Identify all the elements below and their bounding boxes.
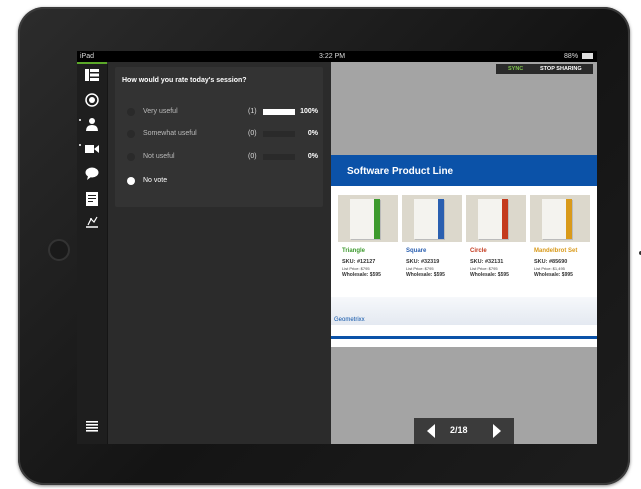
slides-icon[interactable] — [84, 69, 100, 85]
status-right: 88% — [564, 51, 593, 62]
menu-icon[interactable] — [84, 420, 100, 436]
option-label: No vote — [143, 177, 168, 184]
product-box — [414, 199, 444, 239]
product-wholesale: Wholesale: $595 — [406, 272, 445, 278]
screen: iPad 3:22 PM 88% How would you rate toda… — [77, 51, 597, 444]
previous-slide-icon[interactable] — [424, 424, 438, 438]
product-name: Square — [406, 248, 427, 254]
slide-footer — [331, 339, 597, 347]
option-label: Somewhat useful — [143, 130, 197, 137]
notes-icon[interactable] — [84, 192, 100, 208]
product-image — [338, 195, 398, 242]
slide: Software Product Line Triangle SKU: #121… — [331, 155, 597, 347]
product-image — [402, 195, 462, 242]
product-box — [350, 199, 380, 239]
poll-option-not-useful[interactable]: Not useful (0) 0% — [115, 152, 323, 164]
battery-icon — [582, 53, 593, 60]
target-icon[interactable] — [84, 93, 100, 109]
option-count: (0) — [248, 153, 257, 160]
stop-sharing-button[interactable]: STOP SHARING — [540, 64, 582, 74]
home-button[interactable] — [48, 239, 70, 261]
poll-option-very-useful[interactable]: Very useful (1) 100% — [115, 107, 323, 119]
product-list-price: List Price: $1,495 — [534, 266, 565, 271]
attendees-icon[interactable] — [84, 117, 100, 133]
poll-panel: How would you rate today's session? Very… — [115, 67, 323, 207]
box-band — [438, 199, 444, 239]
box-band — [502, 199, 508, 239]
option-percent: 0% — [307, 153, 318, 160]
sync-button[interactable]: SYNC — [508, 64, 523, 74]
next-slide-icon[interactable] — [490, 424, 504, 438]
poll-question: How would you rate today's session? — [122, 77, 247, 84]
slide-title: Software Product Line — [347, 166, 454, 177]
option-progress-bar — [263, 131, 295, 137]
poll-option-somewhat-useful[interactable]: Somewhat useful (0) 0% — [115, 129, 323, 141]
product-name: Mandelbrot Set — [534, 248, 578, 254]
product-image — [530, 195, 590, 242]
product-box — [542, 199, 572, 239]
option-progress-bar — [263, 154, 295, 160]
presentation-area: SYNC STOP SHARING Software Product Line … — [331, 62, 597, 444]
product-sku: SKU: #32131 — [470, 259, 504, 265]
product-sku: SKU: #32319 — [406, 259, 440, 265]
option-count: (1) — [248, 108, 257, 115]
product-list-price: List Price: $795 — [342, 266, 370, 271]
product-sku: SKU: #85690 — [534, 259, 568, 265]
box-band — [566, 199, 572, 239]
option-percent: 100% — [300, 108, 318, 115]
slide-pager: 2/18 — [414, 418, 514, 444]
brand-logo: Geometrixx — [334, 317, 365, 323]
product-list-price: List Price: $795 — [406, 266, 434, 271]
product-box — [478, 199, 508, 239]
product-image — [466, 195, 526, 242]
status-bar: iPad 3:22 PM 88% — [77, 51, 597, 62]
option-progress-fill — [263, 109, 295, 115]
indicator-dot — [79, 119, 81, 121]
option-count: (0) — [248, 130, 257, 137]
status-device: iPad — [80, 53, 95, 60]
product-wholesale: Wholesale: $995 — [534, 272, 573, 278]
product-wholesale: Wholesale: $595 — [470, 272, 509, 278]
radio-button-selected[interactable] — [127, 177, 135, 185]
status-time: 3:22 PM — [319, 53, 346, 60]
chat-icon[interactable] — [84, 167, 100, 183]
radio-button[interactable] — [127, 153, 135, 161]
poll-icon[interactable] — [84, 216, 100, 232]
radio-button[interactable] — [127, 108, 135, 116]
video-icon[interactable] — [84, 142, 100, 158]
poll-option-no-vote[interactable]: No vote — [115, 176, 323, 188]
box-band — [374, 199, 380, 239]
product-name: Triangle — [342, 248, 366, 254]
product-list-price: List Price: $795 — [470, 266, 498, 271]
slide-skyline-graphic — [331, 297, 597, 325]
sidebar — [77, 64, 108, 444]
option-progress-bar — [263, 109, 295, 115]
radio-button[interactable] — [127, 130, 135, 138]
slide-header: Software Product Line — [331, 155, 597, 186]
option-percent: 0% — [307, 130, 318, 137]
sharing-toolbar: SYNC STOP SHARING — [496, 64, 593, 74]
page-counter: 2/18 — [450, 425, 468, 435]
status-battery-percent: 88% — [564, 53, 579, 60]
product-name: Circle — [470, 248, 487, 254]
product-sku: SKU: #12127 — [342, 259, 376, 265]
option-label: Very useful — [143, 108, 178, 115]
indicator-dot — [79, 144, 81, 146]
option-label: Not useful — [143, 153, 175, 160]
product-wholesale: Wholesale: $595 — [342, 272, 381, 278]
